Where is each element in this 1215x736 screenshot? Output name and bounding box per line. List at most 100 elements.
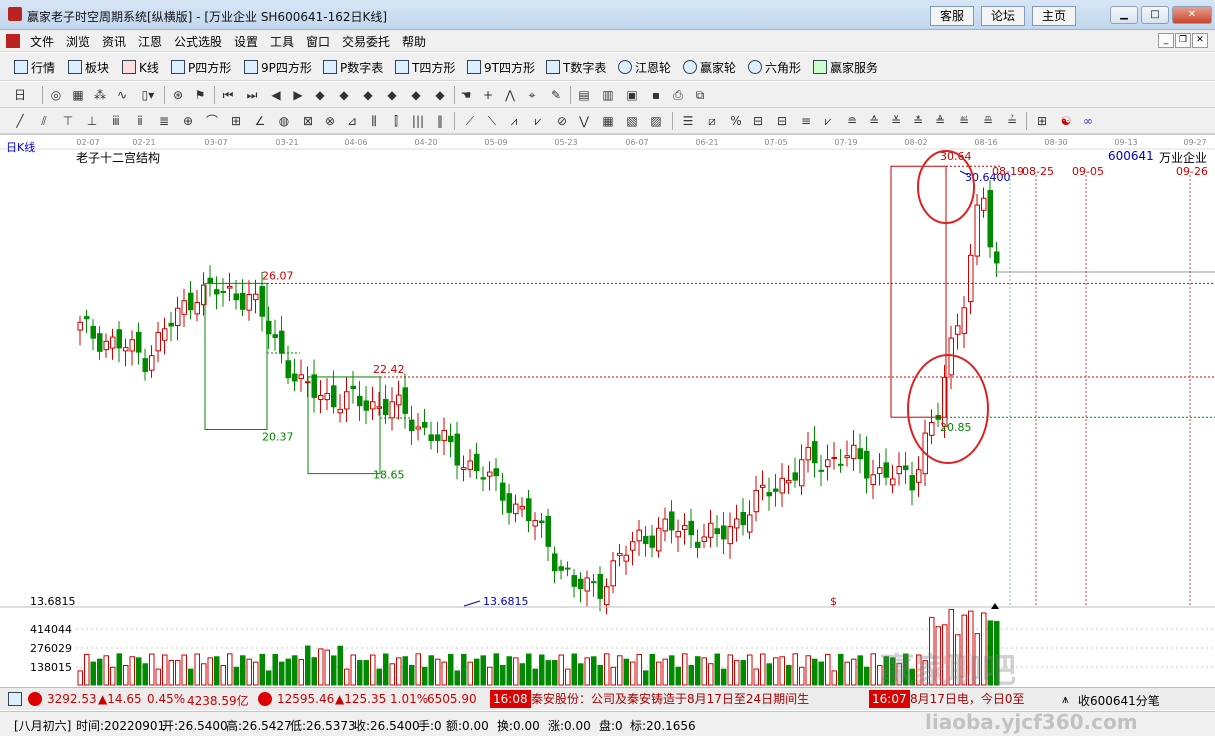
circle-tool-icon[interactable]: ⊕	[180, 113, 196, 129]
menu-help[interactable]: 帮助	[402, 33, 426, 50]
close-button[interactable]: ✕	[1172, 6, 1212, 24]
grid-tool-icon[interactable]: ▦	[600, 113, 616, 129]
cursor-icon[interactable]: ⌖	[524, 87, 540, 103]
tool-hexagon[interactable]: 六角形	[748, 59, 801, 76]
measure5-tool-icon[interactable]: ≛	[910, 113, 926, 129]
cross-tool-icon[interactable]: ⊗	[322, 113, 338, 129]
ruler-tool-icon[interactable]: ⊟	[750, 113, 766, 129]
ruler2-tool-icon[interactable]: ⊟	[774, 113, 790, 129]
grid-view-icon[interactable]: ⊞	[1034, 113, 1050, 129]
next-icon[interactable]: ▶	[290, 87, 306, 103]
ruler3-tool-icon[interactable]: ≡	[798, 113, 814, 129]
gann-tool-icon[interactable]: ⊞	[228, 113, 244, 129]
link-forum[interactable]: 论坛	[981, 6, 1025, 26]
tool-9t-square[interactable]: 9T四方形	[467, 59, 535, 76]
period-tool-icon[interactable]: ⫼	[366, 113, 382, 129]
bars-tool-icon[interactable]: |||	[410, 113, 426, 129]
menu-settings[interactable]: 设置	[234, 33, 258, 50]
menu-file[interactable]: 文件	[30, 33, 54, 50]
link-home[interactable]: 主页	[1032, 6, 1076, 26]
grid-icon[interactable]: ▥	[600, 87, 616, 103]
speed-tool-icon[interactable]: ⅲ	[108, 113, 124, 129]
print-icon[interactable]: ⎙	[670, 87, 686, 103]
menu-formula[interactable]: 公式选股	[174, 33, 222, 50]
slash-tool-icon[interactable]: ⧄	[704, 113, 720, 129]
zigzag-tool-icon[interactable]: ⋁	[576, 113, 592, 129]
ring-tool-icon[interactable]: ◍	[276, 113, 292, 129]
tool-winner-wheel[interactable]: 赢家轮	[683, 59, 736, 76]
measure3-tool-icon[interactable]: ≙	[866, 113, 882, 129]
mdi-close-button[interactable]: ✕	[1192, 33, 1208, 48]
menu-gann[interactable]: 江恩	[138, 33, 162, 50]
menu-trade[interactable]: 交易委托	[342, 33, 390, 50]
first-icon[interactable]: ⏮	[220, 87, 236, 103]
tool-quotes[interactable]: 行情	[14, 59, 55, 76]
trend3-tool-icon[interactable]: ⩘	[506, 113, 522, 129]
channel-tool-icon[interactable]: ⫽	[36, 113, 52, 129]
link-service[interactable]: 客服	[930, 6, 974, 26]
tool-p-square[interactable]: P四方形	[171, 59, 231, 76]
table-icon[interactable]: ▣	[624, 87, 640, 103]
menu-info[interactable]: 资讯	[102, 33, 126, 50]
line-tool-icon[interactable]: ╱	[12, 113, 28, 129]
period-day-dropdown[interactable]: 日▾	[12, 87, 28, 118]
measure8-tool-icon[interactable]: ≞	[980, 113, 996, 129]
tool-service[interactable]: 赢家服务	[813, 59, 878, 76]
fib-tool-icon[interactable]: ≣	[156, 113, 172, 129]
diamond-5-icon[interactable]: ◆	[408, 87, 424, 103]
measure-tool-icon[interactable]: ⩗	[820, 113, 836, 129]
export-icon[interactable]: ⧉	[692, 87, 708, 103]
trend2-tool-icon[interactable]: ⟍	[484, 113, 500, 129]
fib-icon[interactable]: ⊛	[170, 87, 186, 103]
calendar-icon[interactable]: ▤	[576, 87, 592, 103]
measure7-tool-icon[interactable]: ≝	[956, 113, 972, 129]
ray-tool-icon[interactable]: ⊿	[344, 113, 360, 129]
split-tool-icon[interactable]: ⅱ	[132, 113, 148, 129]
tool-sector[interactable]: 板块	[68, 59, 109, 76]
percent-tool-icon[interactable]: %	[728, 113, 744, 129]
tool-p-number[interactable]: P数字表	[323, 59, 383, 76]
pen-icon[interactable]: ✎	[548, 87, 564, 103]
tool-kline[interactable]: K线	[122, 59, 159, 76]
kline-chart[interactable]: 02-07 02-21 03-07 03-21 04-06 04-20 05-09 05-23…	[0, 134, 1215, 691]
grid2-tool-icon[interactable]: ▧	[624, 113, 640, 129]
crosshair-icon[interactable]: +	[480, 87, 496, 103]
fan-tool-icon[interactable]: ⊤	[60, 113, 76, 129]
indicator-icon[interactable]: ⁂	[92, 87, 108, 103]
menu-window[interactable]: 窗口	[306, 33, 330, 50]
diamond-1-icon[interactable]: ◆	[312, 87, 328, 103]
menu-browse[interactable]: 浏览	[66, 33, 90, 50]
tool-gann-wheel[interactable]: 江恩轮	[618, 59, 671, 76]
diamond-4-icon[interactable]: ◆	[384, 87, 400, 103]
angle-tool-icon[interactable]: ∠	[252, 113, 268, 129]
hatch-tool-icon[interactable]: ▨	[648, 113, 664, 129]
ticker-label[interactable]: 收600641分笔	[1078, 692, 1160, 709]
diamond-6-icon[interactable]: ◆	[432, 87, 448, 103]
measure6-tool-icon[interactable]: ≜	[932, 113, 948, 129]
menu-tools[interactable]: 工具	[270, 33, 294, 50]
mdi-restore-button[interactable]: ❐	[1175, 33, 1191, 48]
save-icon[interactable]: ▪	[648, 87, 664, 103]
minimize-button[interactable]: ▁	[1110, 6, 1138, 24]
mdi-minimize-button[interactable]: _	[1158, 33, 1174, 48]
trend-tool-icon[interactable]: ⟋	[462, 113, 478, 129]
pitchfork-tool-icon[interactable]: ⊥	[84, 113, 100, 129]
chart-icon[interactable]: ▦	[70, 87, 86, 103]
flag-icon[interactable]: ⚑	[192, 87, 208, 103]
tool-9p-square[interactable]: 9P四方形	[244, 59, 312, 76]
list-tool-icon[interactable]: ☰	[680, 113, 696, 129]
maximize-button[interactable]: □	[1141, 6, 1169, 24]
diamond-3-icon[interactable]: ◆	[360, 87, 376, 103]
hand-icon[interactable]: ☚	[458, 87, 474, 103]
news1-text[interactable]: 秦安股份：公司及秦安铸造于8月17日至24日期间生	[528, 690, 812, 708]
prev-icon[interactable]: ◀	[268, 87, 284, 103]
arc-tool-icon[interactable]: ⌒	[204, 113, 220, 129]
candle-type-icon[interactable]: ▯▾	[140, 87, 156, 103]
measure2-tool-icon[interactable]: ≘	[844, 113, 860, 129]
vline-tool-icon[interactable]: ‖	[432, 113, 448, 129]
tool-t-square[interactable]: T四方形	[395, 59, 455, 76]
time-tool-icon[interactable]: ⫿	[388, 113, 404, 129]
trend5-tool-icon[interactable]: ⊘	[554, 113, 570, 129]
measure4-tool-icon[interactable]: ≚	[888, 113, 904, 129]
infinity-icon[interactable]: ∞	[1080, 113, 1096, 129]
